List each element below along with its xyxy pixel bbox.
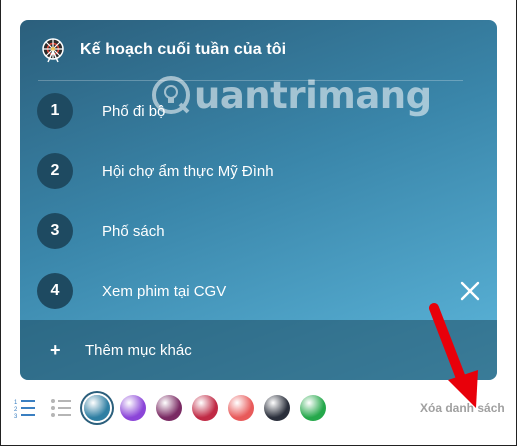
color-swatch-green[interactable] bbox=[300, 395, 326, 421]
list-item[interactable]: 1 Phố đi bộ bbox=[20, 81, 497, 141]
svg-text:2: 2 bbox=[14, 407, 18, 413]
numbered-list-icon[interactable]: 1 2 3 bbox=[14, 397, 36, 419]
item-number: 3 bbox=[37, 213, 73, 249]
item-label[interactable]: Xem phim tại CGV bbox=[102, 283, 226, 300]
color-swatch-purple[interactable] bbox=[120, 395, 146, 421]
color-swatch-crimson[interactable] bbox=[192, 395, 218, 421]
list-item[interactable]: 2 Hội chợ ẩm thực Mỹ Đình bbox=[20, 141, 497, 201]
item-label[interactable]: Phố đi bộ bbox=[102, 103, 165, 120]
svg-text:3: 3 bbox=[14, 414, 18, 419]
item-label[interactable]: Hội chợ ẩm thực Mỹ Đình bbox=[102, 163, 274, 180]
bullet-list-icon[interactable] bbox=[50, 397, 72, 419]
color-swatch-charcoal[interactable] bbox=[264, 395, 290, 421]
plus-icon: + bbox=[50, 339, 61, 360]
item-label[interactable]: Phố sách bbox=[102, 223, 165, 240]
svg-text:1: 1 bbox=[14, 400, 18, 406]
item-number: 1 bbox=[37, 93, 73, 129]
color-swatch-plum[interactable] bbox=[156, 395, 182, 421]
card-title[interactable]: Kế hoạch cuối tuần của tôi bbox=[80, 41, 286, 59]
color-swatch-teal[interactable] bbox=[84, 395, 110, 421]
close-icon[interactable] bbox=[459, 280, 481, 302]
todo-list: 1 Phố đi bộ 2 Hội chợ ẩm thực Mỹ Đình 3 … bbox=[20, 81, 497, 321]
red-arrow-annotation bbox=[429, 303, 478, 408]
ferris-wheel-icon bbox=[42, 38, 64, 63]
add-item-label: Thêm mục khác bbox=[85, 341, 192, 359]
list-item[interactable]: 3 Phố sách bbox=[20, 201, 497, 261]
item-number: 2 bbox=[37, 153, 73, 189]
color-swatch-coral[interactable] bbox=[228, 395, 254, 421]
item-number: 4 bbox=[37, 273, 73, 309]
card-header: Kế hoạch cuối tuần của tôi bbox=[20, 20, 497, 80]
